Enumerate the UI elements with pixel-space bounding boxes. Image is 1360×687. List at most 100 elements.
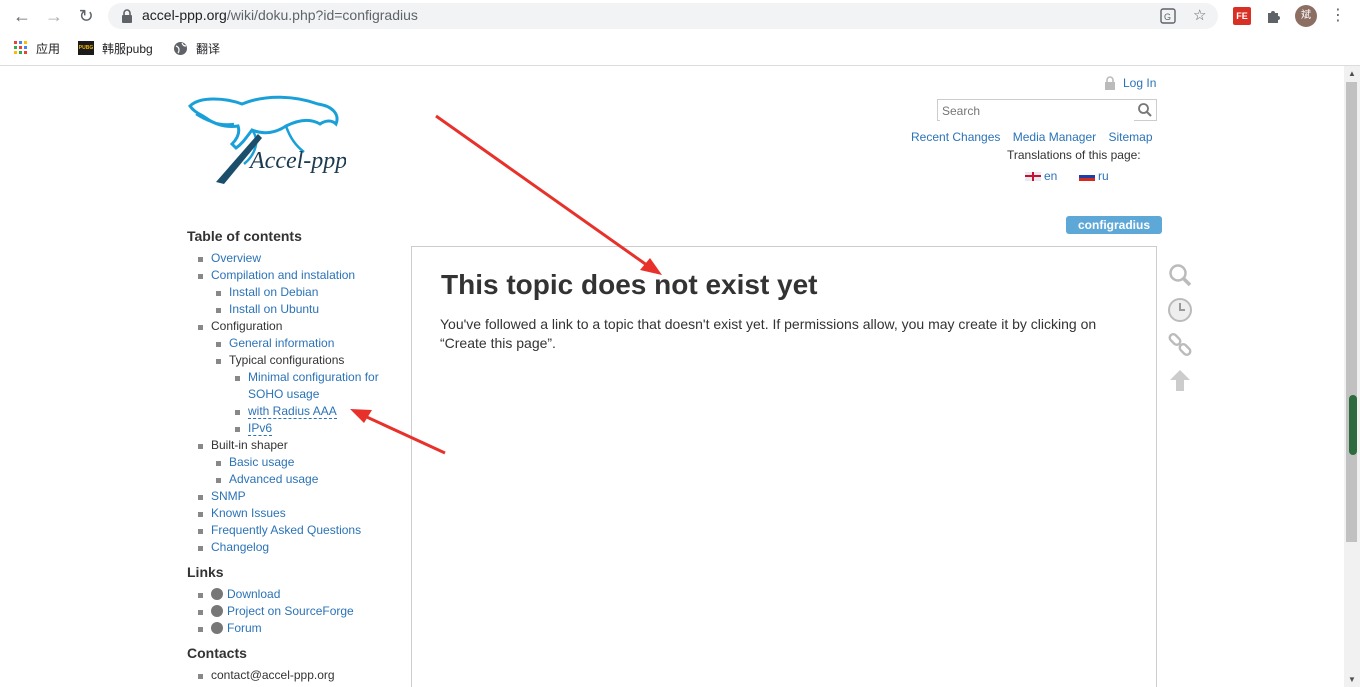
globe-icon	[211, 588, 223, 600]
profile-avatar[interactable]: 斌	[1295, 5, 1317, 27]
browser-toolbar: ← → ↻ accel-ppp.org/wiki/doku.php?id=con…	[0, 0, 1360, 33]
scrollbar-thumb[interactable]	[1346, 82, 1357, 542]
login-link[interactable]: Log In	[1104, 76, 1156, 90]
toc-link[interactable]: Install on Ubuntu	[229, 302, 319, 316]
language-ru[interactable]: ru	[1079, 169, 1109, 183]
toc-item-changelog[interactable]: Changelog	[187, 539, 402, 556]
logo-text: Accel-ppp	[248, 148, 346, 174]
toc-link-missing[interactable]: with Radius AAA	[248, 404, 337, 419]
toc-item-compilation[interactable]: Compilation and instalation	[187, 267, 402, 284]
toc-link[interactable]: Frequently Asked Questions	[211, 523, 361, 537]
bookmarks-bar: 应用 PUBG 韩服pubg 翻译	[0, 33, 1360, 66]
page-title: This topic does not exist yet	[441, 269, 818, 300]
toc-item-install-debian[interactable]: Install on Debian	[187, 284, 402, 301]
links-list: Download Project on SourceForge Forum	[187, 586, 402, 637]
toc-item-general-information[interactable]: General information	[187, 335, 402, 352]
language-en[interactable]: en	[1025, 169, 1057, 183]
recent-changes-link[interactable]: Recent Changes	[911, 130, 1000, 144]
contact-email: contact@accel-ppp.org	[211, 668, 335, 682]
toc-link[interactable]: Minimal configuration for SOHO usage	[248, 370, 379, 401]
bookmark-label: 翻译	[196, 41, 221, 56]
bookmark-translate[interactable]: 翻译	[173, 40, 220, 56]
toc-item-overview[interactable]: Overview	[187, 250, 402, 267]
toc-link[interactable]: Advanced usage	[229, 472, 318, 486]
globe-icon	[211, 622, 223, 634]
link-item-forum[interactable]: Forum	[187, 620, 402, 637]
contacts-heading: Contacts	[187, 645, 247, 661]
search-box	[937, 99, 1157, 121]
toc-heading: Table of contents	[187, 228, 302, 244]
toc-link[interactable]: Known Issues	[211, 506, 286, 520]
toc-link[interactable]: Basic usage	[229, 455, 294, 469]
toc-link[interactable]: Compilation and instalation	[211, 268, 355, 282]
toc-item-minimal-configuration[interactable]: Minimal configuration for SOHO usage	[187, 369, 388, 403]
link-item-sourceforge[interactable]: Project on SourceForge	[187, 603, 402, 620]
russia-flag-icon	[1079, 171, 1095, 181]
reload-icon[interactable]: ↻	[76, 6, 96, 26]
bookmark-label: 韩服pubg	[102, 41, 153, 56]
media-manager-link[interactable]: Media Manager	[1013, 130, 1096, 144]
toc-item-built-in-shaper: Built-in shaper	[187, 437, 402, 454]
search-icon[interactable]	[1137, 102, 1153, 118]
web-page: Accel-ppp Log In Recent Changes Media Ma…	[0, 66, 1344, 687]
toc-item-ipv6[interactable]: IPv6	[187, 420, 402, 437]
toc-link[interactable]: Install on Debian	[229, 285, 318, 299]
globe-icon	[174, 41, 187, 55]
pubg-icon: PUBG	[78, 41, 94, 55]
page-id-badge[interactable]: configradius	[1066, 216, 1163, 234]
old-revisions-clock-icon[interactable]	[1167, 297, 1193, 323]
accel-ppp-logo[interactable]: Accel-ppp	[186, 94, 346, 188]
toc-item-known-issues[interactable]: Known Issues	[187, 505, 402, 522]
toc-link[interactable]: General information	[229, 336, 334, 350]
uk-flag-icon	[1025, 171, 1041, 181]
bookmark-apps[interactable]: 应用	[14, 40, 60, 56]
page-body-text: You've followed a link to a topic that d…	[440, 316, 1097, 351]
link-item-download[interactable]: Download	[187, 586, 402, 603]
back-icon[interactable]: ←	[12, 6, 32, 26]
extensions-puzzle-icon[interactable]	[1266, 8, 1282, 24]
apps-grid-icon	[14, 41, 27, 54]
url-path: /wiki/doku.php?id=configradius	[226, 7, 418, 23]
sidebar: Table of contents Overview Compilation a…	[187, 228, 402, 684]
toc-item-basic-usage[interactable]: Basic usage	[187, 454, 402, 471]
scroll-up-arrow-icon[interactable]: ▲	[1344, 67, 1360, 81]
toc-section-label: Configuration	[211, 319, 283, 333]
extension-fe-icon[interactable]: FE	[1233, 7, 1251, 25]
toc-item-typical-configurations: Typical configurations	[187, 352, 402, 369]
toc-item-install-ubuntu[interactable]: Install on Ubuntu	[187, 301, 402, 318]
toc-link[interactable]: Changelog	[211, 540, 269, 554]
toc-link-missing[interactable]: IPv6	[248, 421, 273, 436]
forward-icon[interactable]: →	[44, 6, 64, 26]
translate-icon[interactable]: G	[1160, 8, 1176, 24]
lock-icon	[1105, 76, 1115, 90]
show-page-search-icon[interactable]	[1167, 262, 1193, 288]
backlinks-chain-icon[interactable]	[1167, 332, 1193, 358]
star-icon[interactable]: ☆	[1193, 8, 1206, 24]
globe-icon	[211, 605, 223, 617]
address-bar[interactable]: accel-ppp.org/wiki/doku.php?id=configrad…	[108, 3, 1218, 29]
scroll-down-arrow-icon[interactable]: ▼	[1344, 673, 1360, 687]
toc-link[interactable]: SNMP	[211, 489, 246, 503]
external-link[interactable]: Project on SourceForge	[227, 604, 354, 618]
toc-item-with-radius-aaa[interactable]: with Radius AAA	[187, 403, 402, 420]
login-label: Log In	[1123, 76, 1157, 90]
menu-kebab-icon[interactable]: ⋮	[1328, 6, 1348, 26]
external-link[interactable]: Download	[227, 587, 280, 601]
contacts-list: contact@accel-ppp.org	[187, 667, 402, 684]
toc-list: Overview Compilation and instalation Ins…	[187, 250, 402, 556]
main-content: This topic does not exist yet You've fol…	[411, 246, 1157, 687]
page-tools	[1167, 262, 1193, 402]
toc-item-snmp[interactable]: SNMP	[187, 488, 402, 505]
scroll-position-marker	[1349, 395, 1357, 455]
toc-item-advanced-usage[interactable]: Advanced usage	[187, 471, 402, 488]
back-to-top-arrow-icon[interactable]	[1167, 367, 1193, 393]
sitemap-link[interactable]: Sitemap	[1108, 130, 1152, 144]
url-host: accel-ppp.org	[142, 7, 227, 23]
toc-item-faq[interactable]: Frequently Asked Questions	[187, 522, 402, 539]
external-link[interactable]: Forum	[227, 621, 262, 635]
bookmark-pubg[interactable]: PUBG 韩服pubg	[78, 40, 153, 56]
url-text[interactable]: accel-ppp.org/wiki/doku.php?id=configrad…	[142, 7, 418, 23]
toc-link[interactable]: Overview	[211, 251, 261, 265]
toc-section-label: Typical configurations	[229, 353, 345, 367]
search-input[interactable]	[940, 101, 1134, 121]
